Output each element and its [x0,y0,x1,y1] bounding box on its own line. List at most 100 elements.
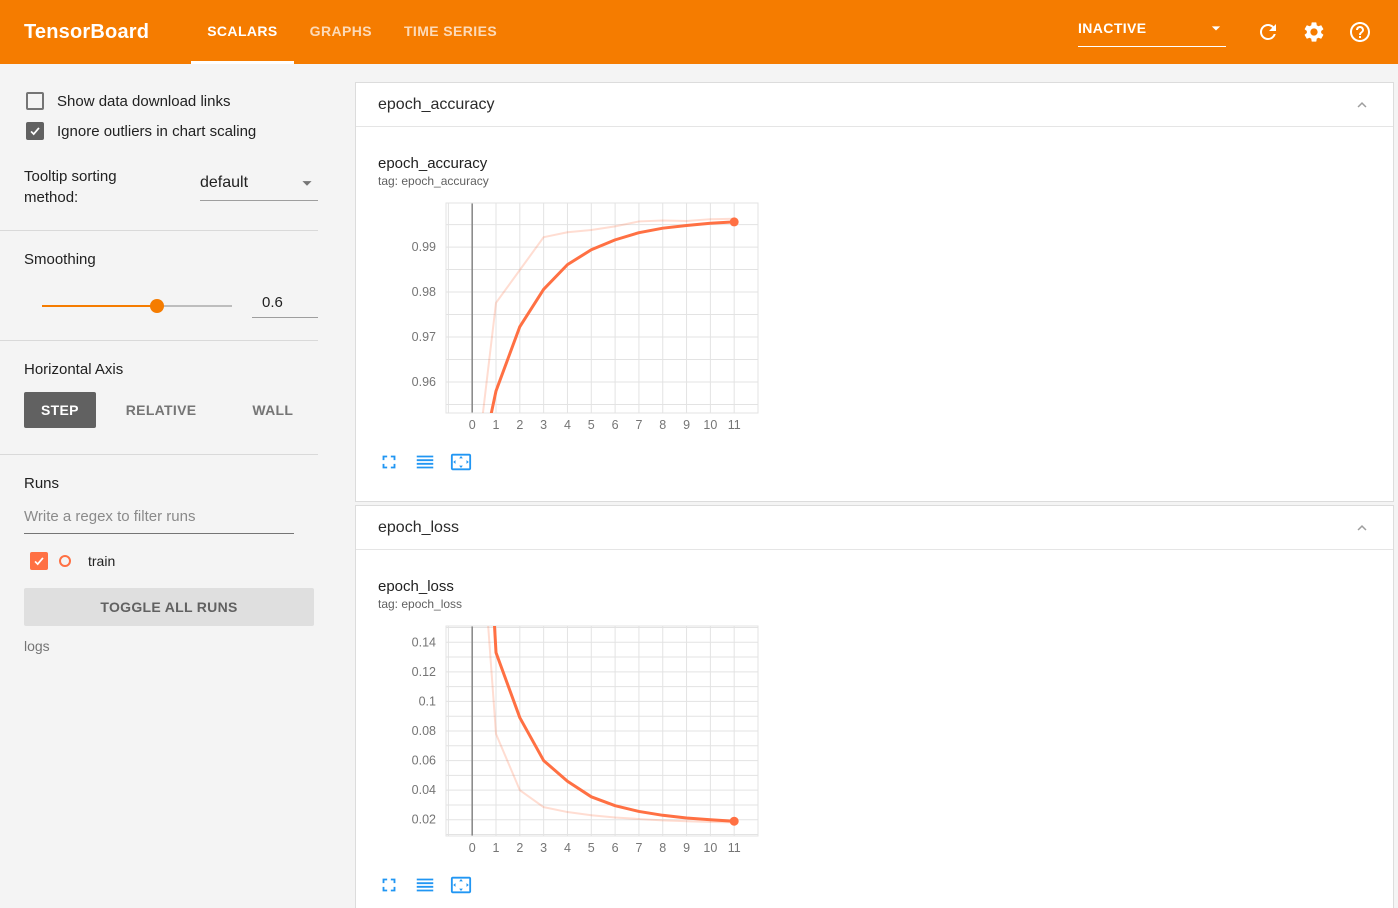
chart-tag: tag: epoch_loss [378,597,463,611]
svg-text:6: 6 [612,418,619,432]
svg-text:0: 0 [469,841,476,855]
app-header: TensorBoard SCALARS GRAPHS TIME SERIES I… [0,0,1398,64]
card-title: epoch_accuracy [378,95,495,113]
caret-down-icon [296,172,318,194]
svg-text:8: 8 [659,418,666,432]
caret-down-icon [1206,18,1226,38]
tooltip-sorting-dropdown[interactable]: default [200,172,318,208]
svg-text:3: 3 [540,418,547,432]
fit-domain-icon[interactable] [450,874,472,896]
tab-scalars[interactable]: SCALARS [191,0,294,64]
reload-status-dropdown[interactable]: INACTIVE [1078,18,1226,47]
card-epoch-accuracy-header[interactable]: epoch_accuracy [356,83,1393,127]
smoothing-value-input[interactable]: 0.6 [252,294,318,318]
svg-text:9: 9 [683,418,690,432]
svg-text:1: 1 [493,841,500,855]
collapse-chevron-icon[interactable] [1353,519,1371,537]
chart-title: epoch_loss [378,578,454,595]
chart-tag: tag: epoch_accuracy [378,174,489,188]
svg-text:4: 4 [564,418,571,432]
accuracy-line-chart[interactable]: 0.96 0.97 0.98 0.99 0 1 2 3 4 5 6 7 8 9 10 11 [378,199,762,439]
svg-text:5: 5 [588,841,595,855]
refresh-button[interactable] [1256,20,1280,44]
ignore-outliers-label: Ignore outliers in chart scaling [57,122,257,140]
loss-line-chart[interactable]: 0.02 0.04 0.06 0.08 0.1 0.12 0.14 0 1 2 3 4 5 6 7 8 9 10 1… [378,622,762,862]
card-title: epoch_loss [378,518,459,536]
tooltip-sorting-value: default [200,174,249,191]
svg-text:5: 5 [588,418,595,432]
run-filter-input[interactable] [24,508,294,533]
chart-title: epoch_accuracy [378,155,488,172]
data-table-icon[interactable] [414,451,436,473]
fullscreen-icon[interactable] [378,874,400,896]
svg-text:6: 6 [612,841,619,855]
svg-text:7: 7 [635,841,642,855]
axis-wall-button[interactable]: WALL [235,392,310,428]
svg-text:0.99: 0.99 [412,240,436,254]
svg-text:0.04: 0.04 [412,783,436,797]
card-epoch-loss-header[interactable]: epoch_loss [356,506,1393,550]
dropdown-underline [1078,45,1226,47]
card-epoch-loss: epoch_loss epoch_loss tag: epoch_loss 0.… [355,505,1394,908]
nav-tabs: SCALARS GRAPHS TIME SERIES [191,0,513,64]
svg-text:0.12: 0.12 [412,665,436,679]
settings-button[interactable] [1302,20,1326,44]
input-underline [24,533,294,534]
tab-graphs[interactable]: GRAPHS [294,0,388,64]
show-download-links-label: Show data download links [57,92,231,110]
svg-text:10: 10 [703,418,717,432]
svg-text:11: 11 [728,841,741,855]
gear-icon [1304,22,1324,42]
data-table-icon[interactable] [414,874,436,896]
check-icon [34,557,44,566]
slider-knob[interactable] [149,299,164,313]
show-download-links-checkbox[interactable] [26,92,44,110]
collapse-chevron-icon[interactable] [1353,96,1371,114]
svg-text:0.97: 0.97 [412,330,436,344]
svg-text:0.14: 0.14 [412,635,436,649]
tooltip-sorting-label: Tooltip sorting method: [24,168,117,206]
scalars-dashboard: epoch_accuracy epoch_accuracy tag: epoch… [318,64,1398,908]
settings-sidebar: Show data download links Ignore outliers… [0,64,318,908]
dropdown-underline [200,200,318,201]
fullscreen-icon[interactable] [378,451,400,473]
svg-text:3: 3 [540,841,547,855]
svg-text:11: 11 [728,418,741,432]
svg-text:1: 1 [493,418,500,432]
svg-text:8: 8 [659,841,666,855]
axis-relative-button[interactable]: RELATIVE [109,392,214,428]
svg-text:0.98: 0.98 [412,285,436,299]
svg-text:0: 0 [469,418,476,432]
help-icon [1350,22,1370,42]
smoothing-slider[interactable] [42,299,232,313]
fit-domain-icon[interactable] [450,451,472,473]
smoothing-label: Smoothing [24,251,96,268]
svg-text:7: 7 [635,418,642,432]
axis-step-button[interactable]: STEP [24,392,96,428]
svg-text:2: 2 [516,841,523,855]
tab-time-series[interactable]: TIME SERIES [388,0,513,64]
input-underline [252,317,318,318]
toggle-all-runs-button[interactable]: TOGGLE ALL RUNS [24,588,314,626]
run-train-label: train [88,553,116,569]
reload-status-value: INACTIVE [1078,19,1147,36]
svg-text:0.1: 0.1 [419,694,436,708]
card-epoch-accuracy: epoch_accuracy epoch_accuracy tag: epoch… [355,82,1394,502]
horizontal-axis-options: STEP RELATIVE WALL [24,392,318,428]
run-item-train: train [0,552,318,570]
header-actions: INACTIVE [1078,0,1398,64]
svg-text:0.08: 0.08 [412,724,436,738]
check-icon [30,127,40,136]
svg-text:0.02: 0.02 [412,813,436,827]
run-train-checkbox[interactable] [30,552,48,570]
horizontal-axis-label: Horizontal Axis [24,361,124,378]
svg-text:4: 4 [564,841,571,855]
ignore-outliers-checkbox[interactable] [26,122,44,140]
runs-label: Runs [24,475,60,492]
svg-text:0.96: 0.96 [412,375,436,389]
app-title: TensorBoard [24,20,150,43]
run-color-swatch [59,555,71,567]
help-button[interactable] [1348,20,1372,44]
refresh-icon [1260,24,1276,40]
show-download-links-row: Show data download links [0,92,318,110]
